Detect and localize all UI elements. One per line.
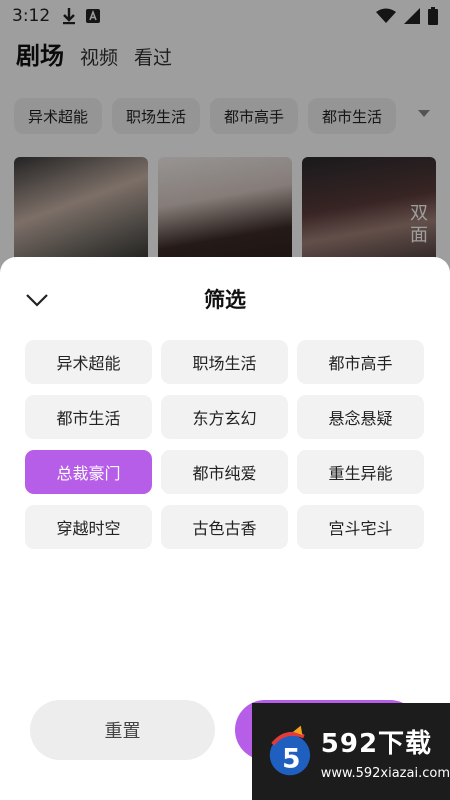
filter-chip[interactable]: 职场生活 <box>161 340 288 384</box>
reset-button[interactable]: 重置 <box>30 700 215 760</box>
filter-chip[interactable]: 宫斗宅斗 <box>297 505 424 549</box>
filter-chip[interactable]: 都市生活 <box>25 395 152 439</box>
filter-chip[interactable]: 穿越时空 <box>25 505 152 549</box>
watermark-brand: 592下载 <box>320 728 433 759</box>
filter-chip-selected[interactable]: 总裁豪门 <box>25 450 152 494</box>
site-watermark: 5 592下载 www.592xiazai.com <box>252 703 450 800</box>
filter-chip[interactable]: 都市高手 <box>297 340 424 384</box>
filter-chip[interactable]: 异术超能 <box>25 340 152 384</box>
filter-chip[interactable]: 都市纯爱 <box>161 450 288 494</box>
watermark-logo-icon: 5 <box>269 725 311 775</box>
sheet-title: 筛选 <box>204 288 246 312</box>
filter-chip[interactable]: 古色古香 <box>161 505 288 549</box>
filter-grid: 异术超能 职场生活 都市高手 都市生活 东方玄幻 悬念悬疑 总裁豪门 都市纯爱 … <box>25 340 425 549</box>
filter-chip[interactable]: 重生异能 <box>297 450 424 494</box>
svg-text:5: 5 <box>282 744 300 774</box>
watermark-url: www.592xiazai.com <box>320 765 450 781</box>
filter-chip[interactable]: 悬念悬疑 <box>297 395 424 439</box>
filter-chip[interactable]: 东方玄幻 <box>161 395 288 439</box>
